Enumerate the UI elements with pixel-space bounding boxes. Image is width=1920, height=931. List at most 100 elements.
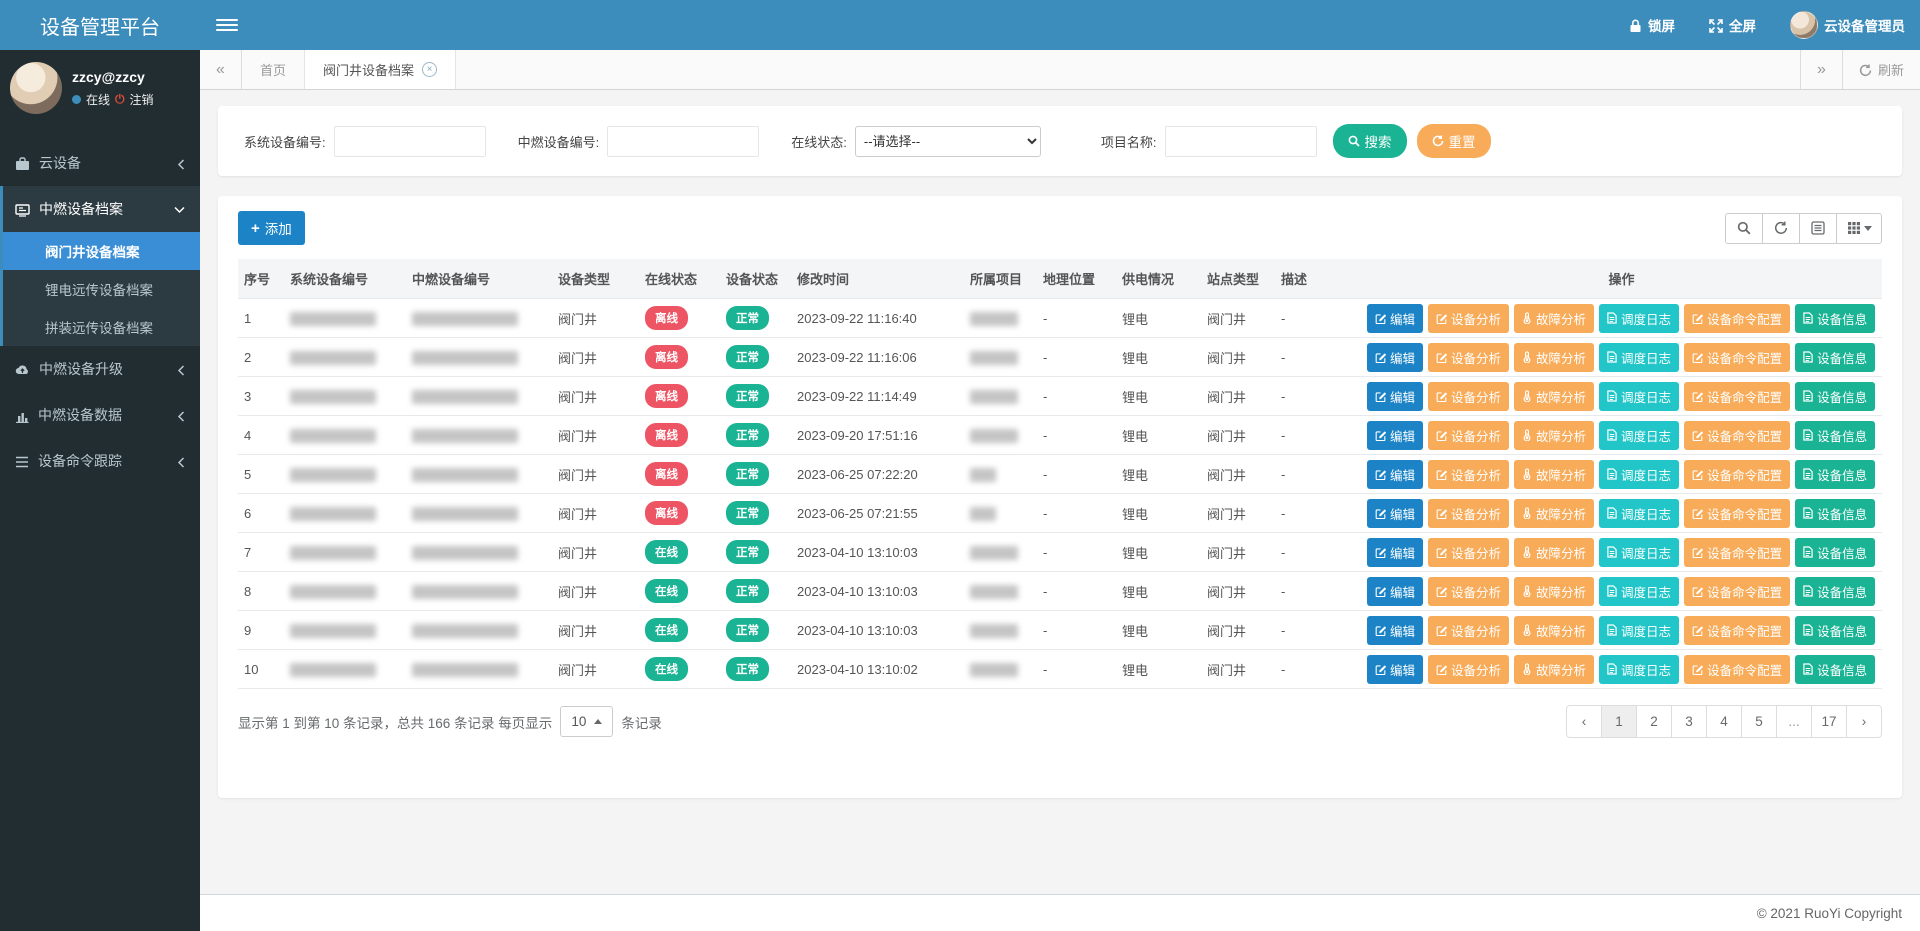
device-analysis-button[interactable]: 设备分析 (1428, 538, 1509, 567)
fault-analysis-button[interactable]: 故障分析 (1514, 616, 1594, 645)
zr-device-no-input[interactable] (607, 126, 759, 157)
dispatch-log-button[interactable]: 调度日志 (1599, 382, 1679, 411)
device-analysis-button[interactable]: 设备分析 (1428, 460, 1509, 489)
edit-button[interactable]: 编辑 (1367, 499, 1423, 528)
fault-analysis-button[interactable]: 故障分析 (1514, 538, 1594, 567)
device-analysis-button[interactable]: 设备分析 (1428, 577, 1509, 606)
sidebar-item-zr-device-archive[interactable]: 中燃设备档案 (3, 186, 200, 232)
device-command-config-button[interactable]: 设备命令配置 (1684, 421, 1790, 450)
user-menu[interactable]: 云设备管理员 (1790, 11, 1905, 39)
tabs-scroll-left-icon[interactable]: « (200, 50, 242, 89)
sidebar-toggle-icon[interactable] (212, 0, 242, 50)
dispatch-log-button[interactable]: 调度日志 (1599, 460, 1679, 489)
table-search-toggle-button[interactable] (1725, 213, 1763, 244)
column-header[interactable]: 所属项目 (964, 259, 1037, 299)
page-number-button[interactable]: 17 (1811, 705, 1847, 738)
edit-button[interactable]: 编辑 (1367, 538, 1423, 567)
tab-close-icon[interactable]: × (422, 62, 437, 77)
device-info-button[interactable]: 设备信息 (1795, 616, 1875, 645)
column-header[interactable]: 站点类型 (1201, 259, 1275, 299)
sidebar-item-cloud-device[interactable]: 云设备 (0, 140, 200, 186)
dispatch-log-button[interactable]: 调度日志 (1599, 616, 1679, 645)
device-info-button[interactable]: 设备信息 (1795, 538, 1875, 567)
page-number-button[interactable]: 2 (1636, 705, 1672, 738)
tabs-scroll-right-icon[interactable]: » (1800, 50, 1842, 89)
device-analysis-button[interactable]: 设备分析 (1428, 343, 1509, 372)
dispatch-log-button[interactable]: 调度日志 (1599, 655, 1679, 684)
dispatch-log-button[interactable]: 调度日志 (1599, 538, 1679, 567)
edit-button[interactable]: 编辑 (1367, 655, 1423, 684)
table-columns-button[interactable] (1836, 213, 1882, 244)
sidebar-item-device-command-trace[interactable]: 设备命令跟踪 (0, 438, 200, 484)
device-command-config-button[interactable]: 设备命令配置 (1684, 460, 1790, 489)
fault-analysis-button[interactable]: 故障分析 (1514, 499, 1594, 528)
sidebar-item-zr-device-data[interactable]: 中燃设备数据 (0, 392, 200, 438)
search-button[interactable]: 搜索 (1333, 124, 1407, 158)
column-header[interactable]: 修改时间 (791, 259, 964, 299)
tab-refresh-button[interactable]: 刷新 (1842, 50, 1920, 89)
edit-button[interactable]: 编辑 (1367, 421, 1423, 450)
page-number-button[interactable]: 5 (1741, 705, 1777, 738)
page-size-select[interactable]: 10 (560, 706, 613, 737)
device-analysis-button[interactable]: 设备分析 (1428, 304, 1509, 333)
device-analysis-button[interactable]: 设备分析 (1428, 421, 1509, 450)
dispatch-log-button[interactable]: 调度日志 (1599, 421, 1679, 450)
device-command-config-button[interactable]: 设备命令配置 (1684, 304, 1790, 333)
edit-button[interactable]: 编辑 (1367, 382, 1423, 411)
column-header[interactable]: 操作 (1361, 259, 1882, 299)
device-analysis-button[interactable]: 设备分析 (1428, 499, 1509, 528)
dispatch-log-button[interactable]: 调度日志 (1599, 577, 1679, 606)
fullscreen-button[interactable]: 全屏 (1709, 15, 1756, 35)
device-command-config-button[interactable]: 设备命令配置 (1684, 655, 1790, 684)
device-info-button[interactable]: 设备信息 (1795, 304, 1875, 333)
edit-button[interactable]: 编辑 (1367, 343, 1423, 372)
page-next-button[interactable]: › (1846, 705, 1882, 738)
edit-button[interactable]: 编辑 (1367, 304, 1423, 333)
column-header[interactable]: 序号 (238, 259, 284, 299)
device-analysis-button[interactable]: 设备分析 (1428, 616, 1509, 645)
device-command-config-button[interactable]: 设备命令配置 (1684, 499, 1790, 528)
sidebar-item-zr-device-upgrade[interactable]: 中燃设备升级 (0, 346, 200, 392)
page-ellipsis[interactable]: ... (1776, 705, 1812, 738)
fault-analysis-button[interactable]: 故障分析 (1514, 304, 1594, 333)
table-refresh-button[interactable] (1762, 213, 1800, 244)
fault-analysis-button[interactable]: 故障分析 (1514, 343, 1594, 372)
sidebar-item-assembled-remote-archive[interactable]: 拼装远传设备档案 (3, 308, 200, 346)
device-info-button[interactable]: 设备信息 (1795, 382, 1875, 411)
device-command-config-button[interactable]: 设备命令配置 (1684, 343, 1790, 372)
tab-home[interactable]: 首页 (242, 50, 305, 89)
column-header[interactable]: 设备类型 (552, 259, 639, 299)
column-header[interactable]: 设备状态 (720, 259, 791, 299)
device-command-config-button[interactable]: 设备命令配置 (1684, 538, 1790, 567)
reset-button[interactable]: 重置 (1417, 124, 1491, 158)
page-number-button[interactable]: 3 (1671, 705, 1707, 738)
device-info-button[interactable]: 设备信息 (1795, 655, 1875, 684)
device-analysis-button[interactable]: 设备分析 (1428, 655, 1509, 684)
device-info-button[interactable]: 设备信息 (1795, 460, 1875, 489)
page-prev-button[interactable]: ‹ (1566, 705, 1602, 738)
lock-screen-button[interactable]: 锁屏 (1629, 15, 1675, 35)
table-detail-view-button[interactable] (1799, 213, 1837, 244)
dispatch-log-button[interactable]: 调度日志 (1599, 304, 1679, 333)
column-header[interactable]: 在线状态 (639, 259, 720, 299)
fault-analysis-button[interactable]: 故障分析 (1514, 460, 1594, 489)
logout-link[interactable]: 注销 (130, 91, 154, 108)
device-info-button[interactable]: 设备信息 (1795, 499, 1875, 528)
edit-button[interactable]: 编辑 (1367, 577, 1423, 606)
device-command-config-button[interactable]: 设备命令配置 (1684, 382, 1790, 411)
column-header[interactable]: 地理位置 (1037, 259, 1116, 299)
edit-button[interactable]: 编辑 (1367, 460, 1423, 489)
column-header[interactable]: 供电情况 (1116, 259, 1201, 299)
fault-analysis-button[interactable]: 故障分析 (1514, 382, 1594, 411)
dispatch-log-button[interactable]: 调度日志 (1599, 343, 1679, 372)
device-command-config-button[interactable]: 设备命令配置 (1684, 577, 1790, 606)
column-header[interactable]: 描述 (1275, 259, 1361, 299)
fault-analysis-button[interactable]: 故障分析 (1514, 655, 1594, 684)
column-header[interactable]: 系统设备编号 (284, 259, 406, 299)
device-info-button[interactable]: 设备信息 (1795, 577, 1875, 606)
fault-analysis-button[interactable]: 故障分析 (1514, 577, 1594, 606)
device-analysis-button[interactable]: 设备分析 (1428, 382, 1509, 411)
edit-button[interactable]: 编辑 (1367, 616, 1423, 645)
fault-analysis-button[interactable]: 故障分析 (1514, 421, 1594, 450)
add-button[interactable]: + 添加 (238, 211, 305, 245)
